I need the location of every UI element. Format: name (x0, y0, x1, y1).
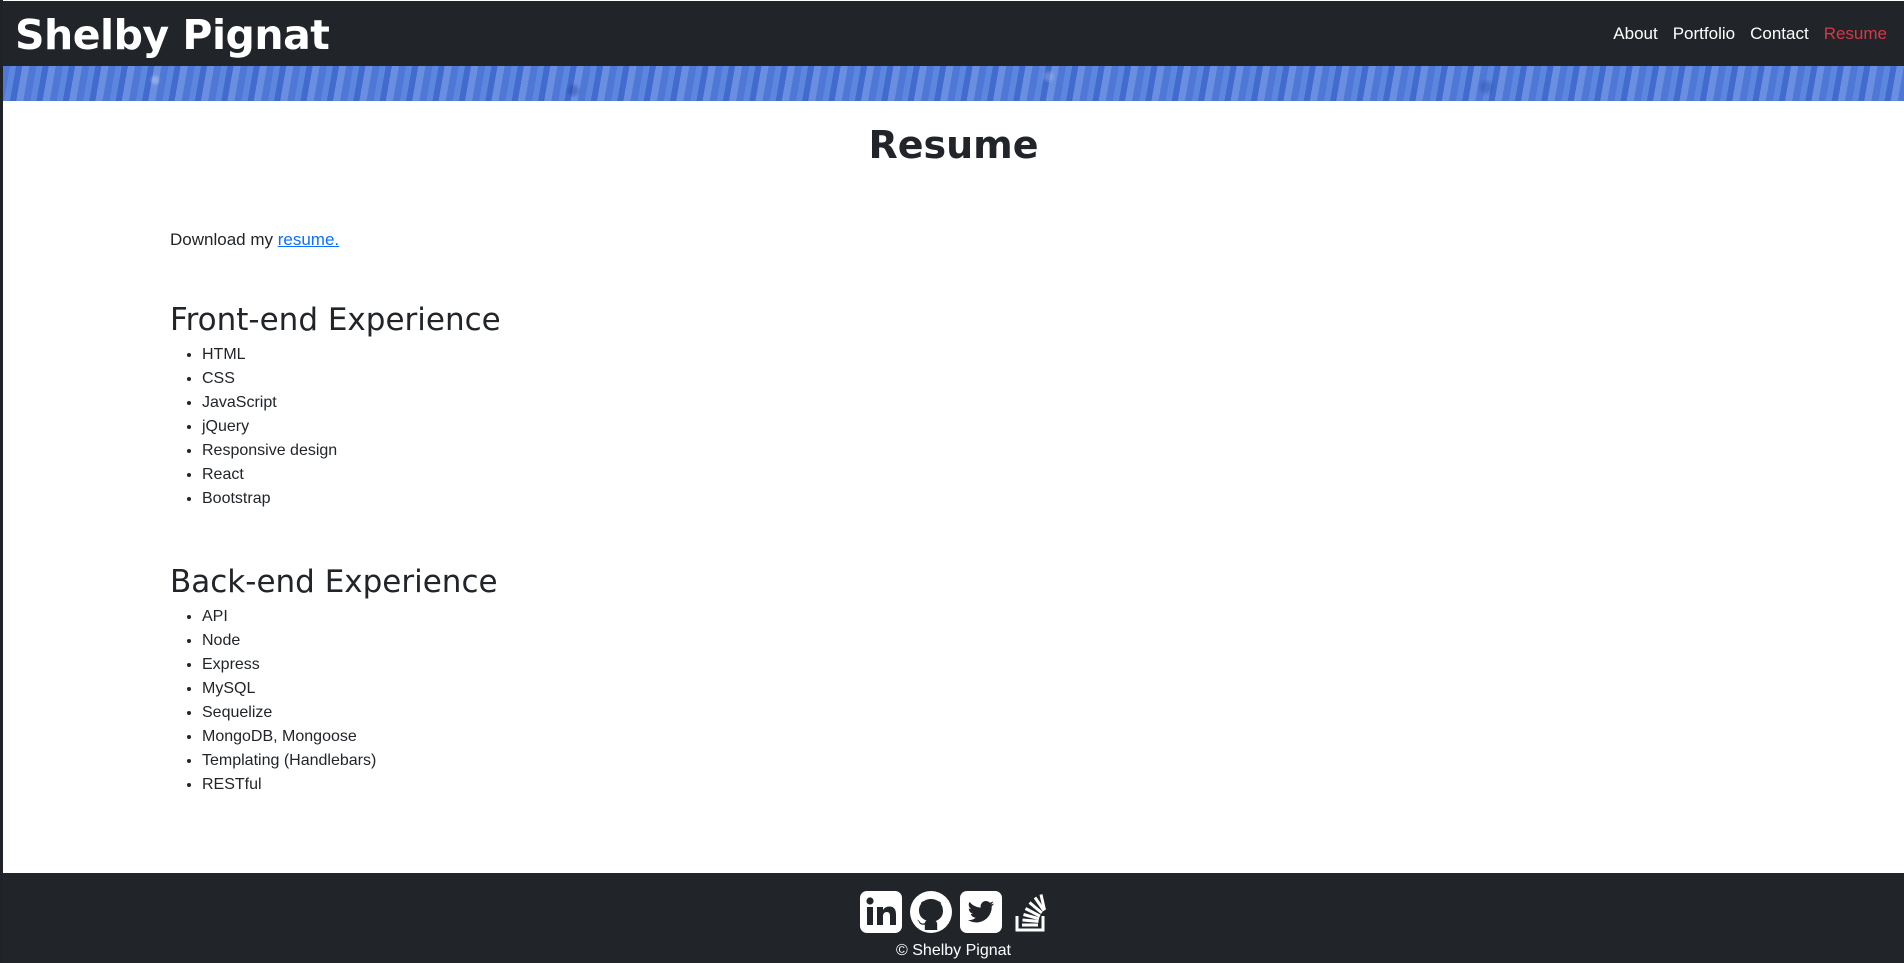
stackoverflow-icon[interactable] (1009, 890, 1053, 934)
header-banner-image (3, 66, 1904, 101)
nav-link-portfolio[interactable]: Portfolio (1673, 24, 1735, 44)
nav-link-resume[interactable]: Resume (1824, 24, 1887, 44)
list-item: Sequelize (202, 701, 376, 725)
list-item: Express (202, 653, 376, 677)
twitter-icon[interactable] (959, 890, 1003, 934)
list-item: JavaScript (202, 391, 337, 415)
social-links (859, 890, 1053, 934)
resume-download-link[interactable]: resume. (278, 230, 339, 249)
github-icon[interactable] (909, 890, 953, 934)
list-item: React (202, 463, 337, 487)
list-item: jQuery (202, 415, 337, 439)
frontend-section-title: Front-end Experience (170, 302, 501, 338)
list-item: API (202, 605, 376, 629)
list-item: Bootstrap (202, 487, 337, 511)
download-prefix: Download my (170, 230, 278, 249)
list-item: CSS (202, 367, 337, 391)
page-title: Resume (868, 123, 1039, 167)
list-item: Responsive design (202, 439, 337, 463)
linkedin-icon[interactable] (859, 890, 903, 934)
list-item: Node (202, 629, 376, 653)
navbar: Shelby Pignat About Portfolio Contact Re… (3, 1, 1904, 66)
list-item: HTML (202, 343, 337, 367)
frontend-skill-list: HTML CSS JavaScript jQuery Responsive de… (170, 343, 337, 511)
download-text: Download my resume. (170, 229, 339, 251)
list-item: MongoDB, Mongoose (202, 725, 376, 749)
nav-link-about[interactable]: About (1613, 24, 1657, 44)
footer: © Shelby Pignat (3, 873, 1904, 963)
list-item: Templating (Handlebars) (202, 749, 376, 773)
copyright-text: © Shelby Pignat (896, 942, 1011, 959)
nav-link-contact[interactable]: Contact (1750, 24, 1809, 44)
list-item: RESTful (202, 773, 376, 797)
brand-title[interactable]: Shelby Pignat (15, 12, 330, 58)
list-item: MySQL (202, 677, 376, 701)
nav-links: About Portfolio Contact Resume (1613, 24, 1887, 44)
backend-skill-list: API Node Express MySQL Sequelize MongoDB… (170, 605, 376, 797)
backend-section-title: Back-end Experience (170, 564, 498, 600)
